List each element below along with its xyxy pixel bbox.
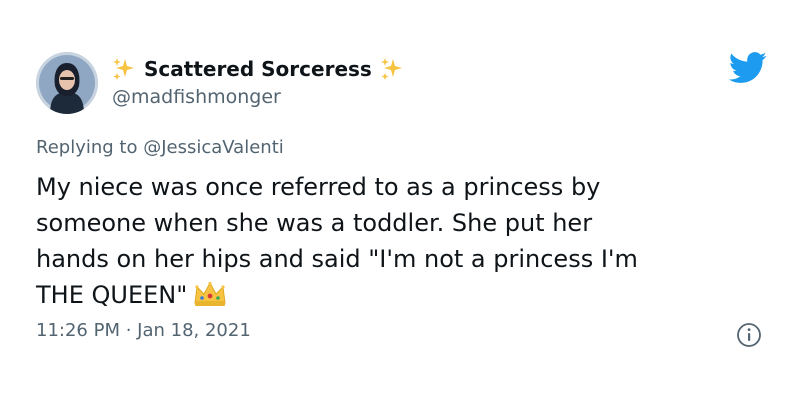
reply-mention-link[interactable]: @JessicaValenti [143, 137, 284, 158]
sparkles-icon [113, 58, 134, 80]
sparkles-icon [380, 58, 402, 80]
tweet-card: Scattered Sorceress @madfishmonger Reply… [0, 0, 800, 400]
tweet-text: My niece was once referred to as a princ… [36, 169, 766, 313]
tweet-line: someone when she was a toddler. She put … [36, 209, 593, 237]
info-icon[interactable] [736, 322, 762, 348]
tweet-line: hands on her hips and said "I'm not a pr… [36, 245, 638, 273]
author-display-name[interactable]: Scattered Sorceress [144, 57, 372, 81]
twitter-bird-icon[interactable] [728, 52, 768, 84]
profile-photo-icon [36, 52, 98, 114]
tweet-timestamp[interactable]: 11:26 PM · Jan 18, 2021 [36, 320, 251, 341]
tweet-line: My niece was once referred to as a princ… [36, 173, 601, 201]
replying-to: Replying to @JessicaValenti [36, 137, 284, 158]
author-handle[interactable]: @madfishmonger [112, 86, 281, 108]
avatar[interactable] [36, 52, 98, 114]
author-name-row[interactable]: Scattered Sorceress [112, 56, 404, 82]
tweet-line: THE QUEEN" [36, 281, 188, 309]
crown-icon [194, 281, 226, 306]
replying-to-label: Replying to [36, 137, 144, 158]
tweet-line-last: THE QUEEN" [36, 277, 766, 313]
